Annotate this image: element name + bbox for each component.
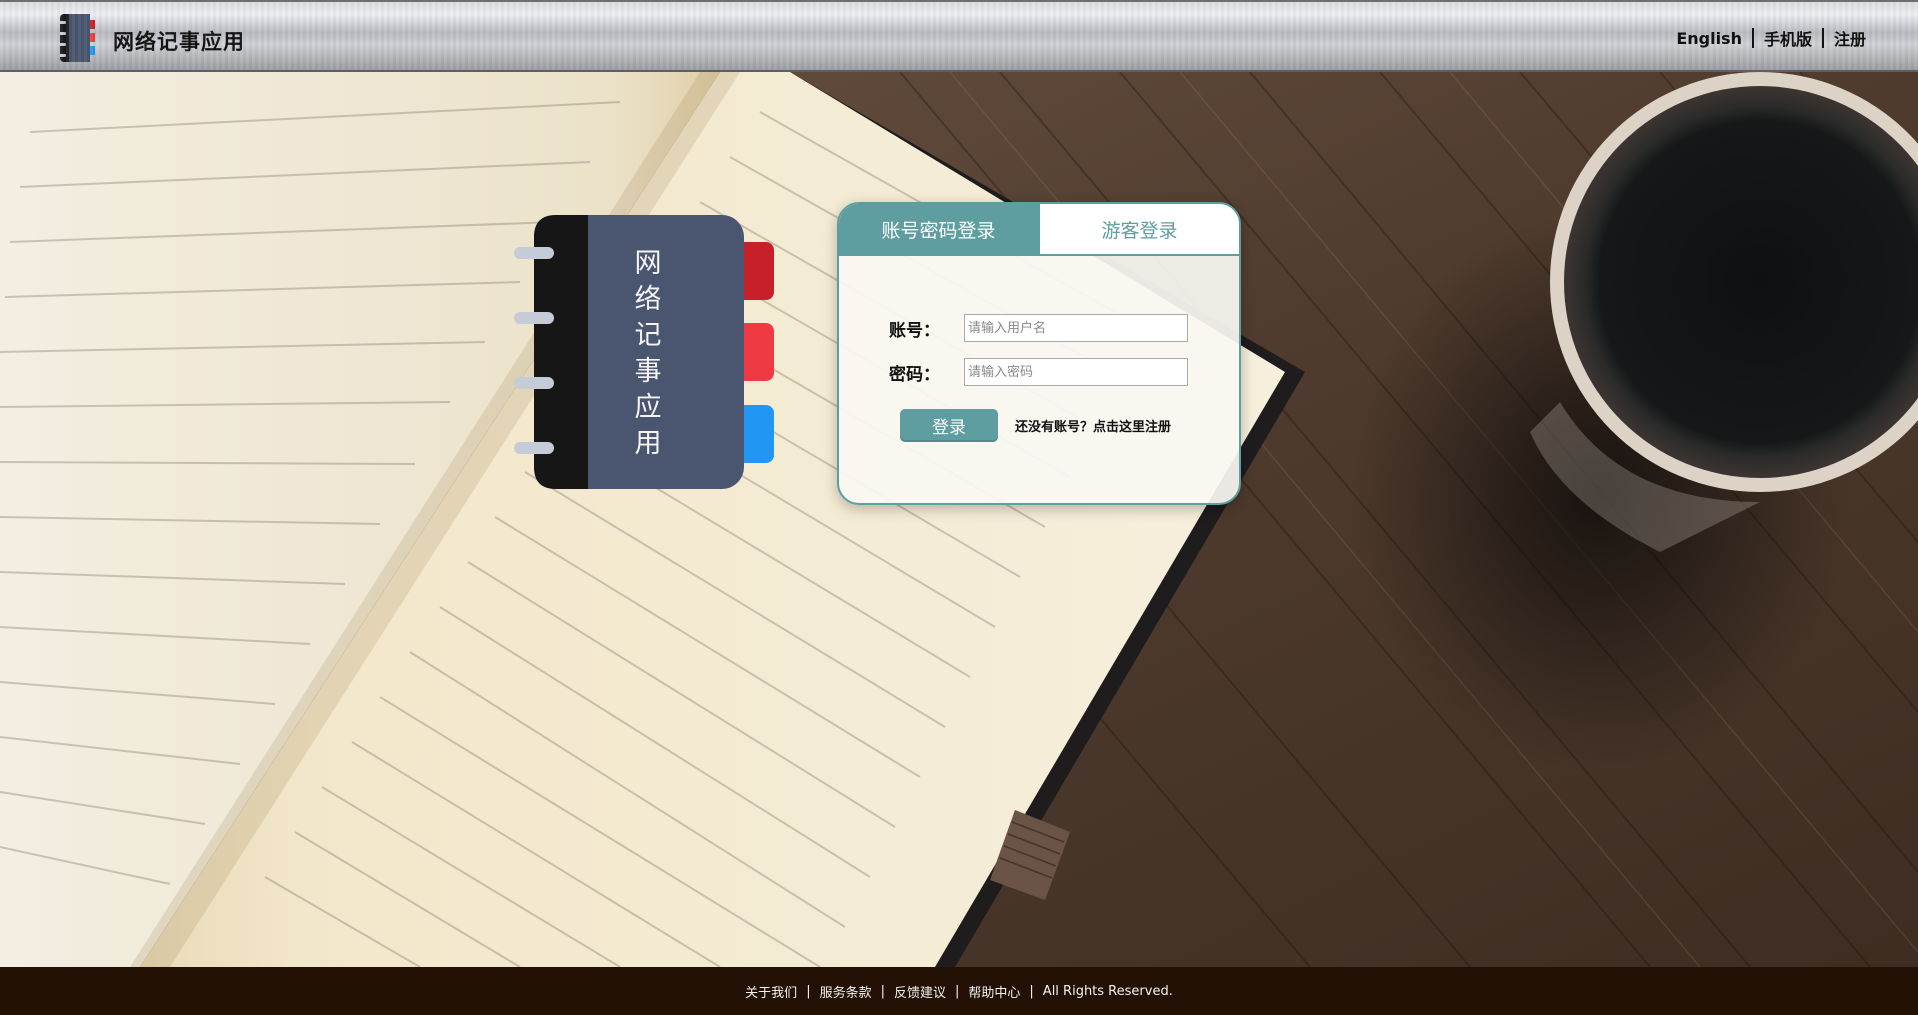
password-input[interactable] <box>964 358 1188 386</box>
login-panel: 账号密码登录 游客登录 账号： 密码： 登录 还没有账号？点击这里注册 <box>837 202 1241 505</box>
footer-divider: | <box>806 983 811 999</box>
footer-link-about[interactable]: 关于我们 <box>745 982 797 1001</box>
nav-link-mobile[interactable]: 手机版 <box>1764 26 1812 50</box>
nav-link-english[interactable]: English <box>1676 29 1742 48</box>
cover-char: 网 <box>634 248 662 279</box>
username-label: 账号： <box>889 320 940 341</box>
footer-link-feedback[interactable]: 反馈建议 <box>894 982 946 1001</box>
username-row: 账号： <box>889 314 1188 342</box>
nav-divider <box>1751 28 1754 48</box>
top-header: 网络记事应用 English 手机版 注册 <box>0 0 1918 72</box>
password-row: 密码： <box>889 358 1188 386</box>
app-title: 网络记事应用 <box>113 30 245 54</box>
tab-guest-login[interactable]: 游客登录 <box>1038 204 1239 254</box>
nav-divider <box>1821 28 1824 48</box>
nav-link-register[interactable]: 注册 <box>1834 26 1866 50</box>
copyright-text: All Rights Reserved. <box>1042 983 1173 999</box>
notebook-cover-text: 网 络 记 事 应 用 <box>628 246 668 462</box>
footer-link-help[interactable]: 帮助中心 <box>968 982 1020 1001</box>
cover-char: 记 <box>634 320 662 351</box>
login-actions: 登录 还没有账号？点击这里注册 <box>900 409 1171 442</box>
cover-char: 事 <box>634 356 662 387</box>
notebook-illustration: 网 络 记 事 应 用 <box>508 212 778 492</box>
username-input[interactable] <box>964 314 1188 342</box>
cover-char: 应 <box>634 392 662 423</box>
cover-char: 络 <box>634 284 662 315</box>
login-button[interactable]: 登录 <box>900 409 998 442</box>
tab-account-login[interactable]: 账号密码登录 <box>839 204 1038 254</box>
footer-link-terms[interactable]: 服务条款 <box>820 982 872 1001</box>
footer-divider: | <box>955 983 960 999</box>
cover-char: 用 <box>634 428 662 459</box>
password-label: 密码： <box>889 364 940 385</box>
login-tabs: 账号密码登录 游客登录 <box>839 204 1239 256</box>
footer-divider: | <box>1029 983 1034 999</box>
notebook-logo-icon[interactable] <box>60 14 104 62</box>
footer: 关于我们 | 服务条款 | 反馈建议 | 帮助中心 | All Rights R… <box>0 967 1918 1015</box>
top-nav: English 手机版 注册 <box>1676 26 1866 50</box>
footer-divider: | <box>880 983 885 999</box>
register-link[interactable]: 还没有账号？点击这里注册 <box>1015 416 1171 435</box>
